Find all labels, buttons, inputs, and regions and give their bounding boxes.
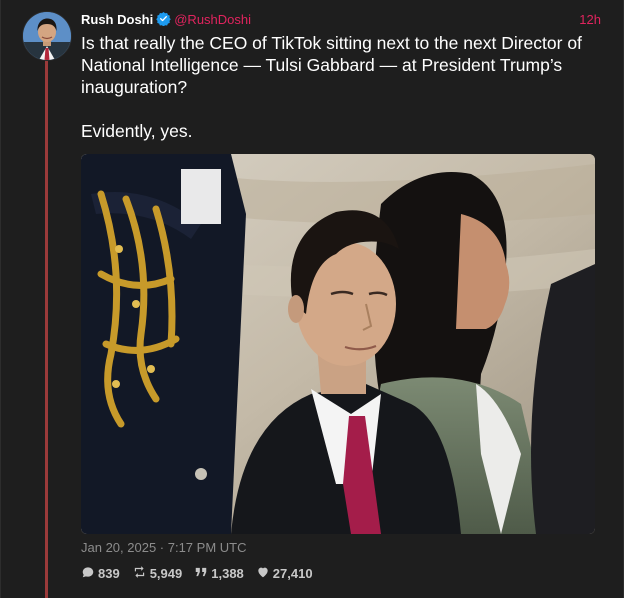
tweet-text-paragraph: Evidently, yes. bbox=[81, 121, 193, 141]
avatar-image bbox=[23, 12, 71, 60]
quote-stat[interactable]: 1,388 bbox=[194, 565, 244, 584]
thread-line bbox=[45, 58, 48, 598]
verified-badge-icon bbox=[156, 11, 171, 31]
reply-count: 839 bbox=[98, 566, 120, 581]
tweet-text-paragraph: Is that really the CEO of TikTok sitting… bbox=[81, 33, 582, 97]
tweet-text: Is that really the CEO of TikTok sitting… bbox=[81, 32, 606, 142]
tweet-stats: 839 5,949 1,388 27,410 bbox=[81, 565, 325, 583]
like-stat[interactable]: 27,410 bbox=[256, 565, 313, 584]
retweet-stat[interactable]: 5,949 bbox=[132, 565, 183, 584]
author-handle[interactable]: @RushDoshi bbox=[174, 12, 251, 27]
tweet-time[interactable]: 12h bbox=[579, 11, 601, 29]
retweet-count: 5,949 bbox=[149, 566, 183, 581]
like-count: 27,410 bbox=[272, 566, 313, 581]
reply-stat[interactable]: 839 bbox=[81, 565, 120, 584]
tweet-header: Rush Doshi @RushDoshi 12h bbox=[81, 11, 601, 29]
tweet-timestamp[interactable]: Jan 20, 2025 · 7:17 PM UTC bbox=[81, 540, 246, 556]
tweet-card: Rush Doshi @RushDoshi 12h Is that really … bbox=[0, 0, 624, 598]
tweet-photo[interactable] bbox=[81, 154, 595, 534]
heart-icon bbox=[256, 565, 273, 584]
quote-icon bbox=[194, 565, 211, 584]
photo-image bbox=[81, 154, 595, 534]
quote-count: 1,388 bbox=[211, 566, 244, 581]
retweet-icon bbox=[132, 565, 150, 584]
avatar[interactable] bbox=[22, 11, 72, 61]
author-name[interactable]: Rush Doshi bbox=[81, 12, 153, 27]
comment-icon bbox=[81, 565, 98, 584]
